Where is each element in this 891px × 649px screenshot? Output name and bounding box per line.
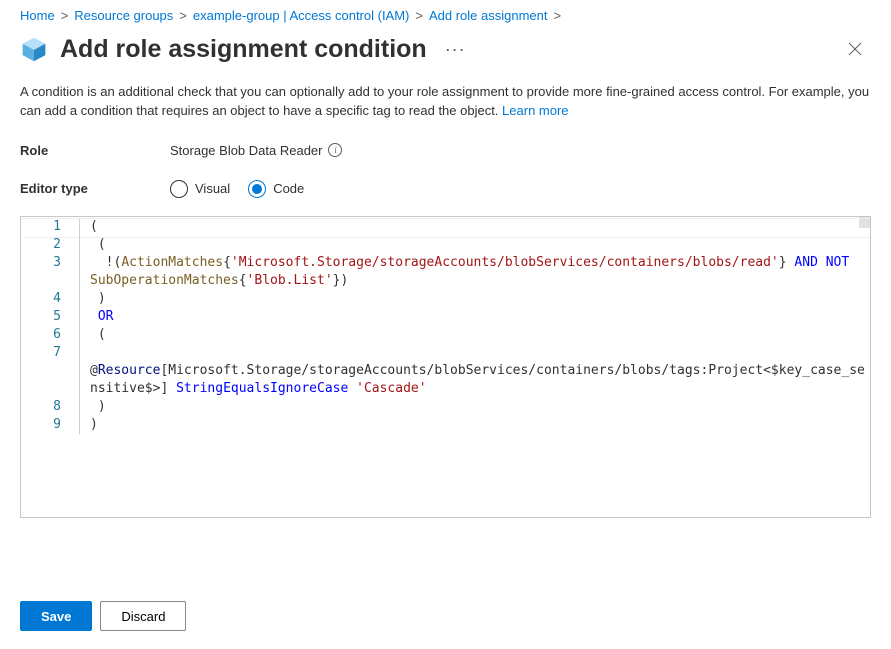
chevron-right-icon: >	[554, 8, 562, 23]
code-line[interactable]: 6 (	[21, 326, 870, 344]
radio-label-visual: Visual	[195, 181, 230, 196]
line-content[interactable]: (	[79, 236, 870, 254]
line-content[interactable]: )	[79, 290, 870, 308]
save-button[interactable]: Save	[20, 601, 92, 631]
cube-icon	[20, 35, 48, 63]
code-line[interactable]: 2 (	[21, 236, 870, 254]
chevron-right-icon: >	[61, 8, 69, 23]
line-number: 2	[21, 236, 79, 254]
editor-type-radio-group: Visual Code	[170, 180, 304, 198]
info-icon[interactable]: i	[328, 143, 342, 157]
breadcrumb-add-role-assignment[interactable]: Add role assignment	[429, 8, 548, 23]
code-line[interactable]: 8 )	[21, 398, 870, 416]
line-number: 4	[21, 290, 79, 308]
editor-type-row: Editor type Visual Code	[0, 174, 891, 214]
role-value: Storage Blob Data Reader	[170, 143, 322, 158]
breadcrumb-resource-groups[interactable]: Resource groups	[74, 8, 173, 23]
line-number: 1	[21, 218, 79, 236]
code-line[interactable]: 1(	[21, 218, 870, 236]
breadcrumb-home[interactable]: Home	[20, 8, 55, 23]
close-icon	[848, 42, 862, 56]
code-editor[interactable]: 1(2 (3 !(ActionMatches{'Microsoft.Storag…	[20, 216, 871, 518]
line-content[interactable]: (	[79, 218, 870, 236]
breadcrumb: Home > Resource groups > example-group |…	[0, 0, 891, 27]
line-content[interactable]: (	[79, 326, 870, 344]
discard-button[interactable]: Discard	[100, 601, 186, 631]
code-line[interactable]: 5 OR	[21, 308, 870, 326]
line-content[interactable]: )	[79, 398, 870, 416]
editor-type-code-radio[interactable]: Code	[248, 180, 304, 198]
line-content[interactable]: )	[79, 416, 870, 434]
description: A condition is an additional check that …	[0, 83, 891, 137]
line-number: 7	[21, 344, 79, 398]
editor-type-visual-radio[interactable]: Visual	[170, 180, 230, 198]
line-number: 9	[21, 416, 79, 434]
code-line[interactable]: 4 )	[21, 290, 870, 308]
chevron-right-icon: >	[179, 8, 187, 23]
line-content[interactable]: !(ActionMatches{'Microsoft.Storage/stora…	[79, 254, 870, 290]
code-line[interactable]: 9)	[21, 416, 870, 434]
line-number: 3	[21, 254, 79, 290]
line-number: 8	[21, 398, 79, 416]
role-label: Role	[20, 143, 170, 158]
radio-label-code: Code	[273, 181, 304, 196]
line-content[interactable]: @Resource[Microsoft.Storage/storageAccou…	[79, 344, 870, 398]
chevron-right-icon: >	[415, 8, 423, 23]
code-line[interactable]: 3 !(ActionMatches{'Microsoft.Storage/sto…	[21, 254, 870, 290]
role-row: Role Storage Blob Data Reader i	[0, 137, 891, 174]
more-actions-button[interactable]: ···	[439, 39, 472, 60]
learn-more-link[interactable]: Learn more	[502, 103, 568, 118]
editor-type-label: Editor type	[20, 181, 170, 196]
button-bar: Save Discard	[0, 589, 891, 649]
close-button[interactable]	[839, 33, 871, 65]
description-text: A condition is an additional check that …	[20, 84, 869, 118]
breadcrumb-group-iam[interactable]: example-group | Access control (IAM)	[193, 8, 410, 23]
page-title: Add role assignment condition	[60, 35, 427, 64]
code-line[interactable]: 7 @Resource[Microsoft.Storage/storageAcc…	[21, 344, 870, 398]
title-row: Add role assignment condition ···	[0, 27, 891, 83]
line-number: 5	[21, 308, 79, 326]
line-content[interactable]: OR	[79, 308, 870, 326]
line-number: 6	[21, 326, 79, 344]
